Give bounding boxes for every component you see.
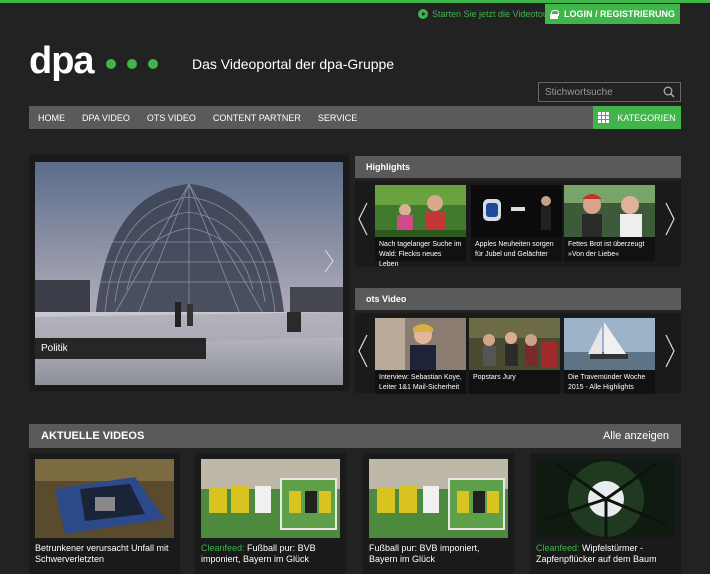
chevron-right-icon[interactable] bbox=[664, 201, 676, 237]
nav-content-partner[interactable]: CONTENT PARTNER bbox=[204, 113, 309, 123]
chevron-right-icon[interactable] bbox=[664, 333, 676, 369]
thumbnail-image bbox=[375, 318, 466, 370]
ots-video-item[interactable]: Interview: Sebastian Koye, Leiter 1&1 Mai… bbox=[375, 318, 466, 394]
highlight-item[interactable]: Nach tagelanger Suche im Wald: Fleckis ne… bbox=[375, 185, 466, 268]
section-title: AKTUELLE VIDEOS bbox=[41, 430, 145, 442]
highlight-item[interactable]: Apples Neuheiten sorgen für Jubel und Gel… bbox=[471, 185, 562, 261]
grid-icon bbox=[598, 112, 610, 123]
chevron-left-icon[interactable] bbox=[357, 201, 369, 237]
login-label: LOGIN / REGISTRIERUNG bbox=[563, 9, 675, 19]
search-box bbox=[538, 82, 681, 102]
ots-video-item[interactable]: Popstars Jury bbox=[469, 318, 560, 394]
nav-home[interactable]: HOME bbox=[29, 113, 74, 123]
nav-service[interactable]: SERVICE bbox=[309, 113, 365, 123]
thumbnail-image bbox=[564, 318, 655, 370]
categories-label: KATEGORIEN bbox=[617, 112, 676, 123]
thumbnail-image bbox=[471, 185, 562, 237]
chevron-right-icon[interactable] bbox=[323, 248, 335, 274]
search-icon[interactable] bbox=[663, 86, 675, 98]
nav-dpa-video[interactable]: DPA VIDEO bbox=[74, 113, 139, 123]
top-accent-line bbox=[0, 0, 710, 3]
ots-video-header: ots Video bbox=[355, 288, 681, 310]
aktuelle-videos-header: AKTUELLE VIDEOS Alle anzeigen bbox=[29, 424, 681, 448]
videotour-link[interactable]: Starten Sie jetzt die Videotour bbox=[418, 9, 551, 19]
lock-icon bbox=[549, 9, 559, 19]
thumbnail-image bbox=[536, 459, 675, 538]
search-input[interactable] bbox=[545, 86, 663, 98]
nav-ots-video[interactable]: OTS VIDEO bbox=[138, 113, 204, 123]
video-card[interactable]: Cleanfeed: Wipfelstürmer - Zapfenpflücker… bbox=[530, 453, 681, 574]
thumbnail-image bbox=[35, 459, 174, 538]
ots-video-carousel: Interview: Sebastian Koye, Leiter 1&1 Mai… bbox=[355, 313, 681, 394]
video-card[interactable]: Cleanfeed: Fußball pur: BVB imponiert, Ba… bbox=[195, 453, 346, 574]
thumbnail-image bbox=[469, 318, 560, 370]
video-card[interactable]: Fußball pur: BVB imponiert, Bayern im Glü… bbox=[363, 453, 514, 574]
video-card[interactable]: Betrunkener verursacht Unfall mit Schwerv… bbox=[29, 453, 180, 574]
highlights-header: Highlights bbox=[355, 156, 681, 178]
page-tagline: Das Videoportal der dpa-Gruppe bbox=[192, 56, 395, 72]
videotour-label: Starten Sie jetzt die Videotour bbox=[432, 9, 551, 19]
login-button[interactable]: LOGIN / REGISTRIERUNG bbox=[545, 4, 680, 24]
categories-button[interactable]: KATEGORIEN bbox=[593, 106, 681, 129]
highlights-carousel: Nach tagelanger Suche im Wald: Fleckis ne… bbox=[355, 181, 681, 268]
thumbnail-image bbox=[375, 185, 466, 237]
chevron-left-icon[interactable] bbox=[357, 333, 369, 369]
thumbnail-image bbox=[564, 185, 655, 237]
thumbnail-image bbox=[201, 459, 340, 538]
thumbnail-image bbox=[369, 459, 508, 538]
main-nav: HOME DPA VIDEO OTS VIDEO CONTENT PARTNER… bbox=[29, 106, 681, 129]
ots-video-item[interactable]: Die Travemünder Woche 2015 - Alle Highlig… bbox=[564, 318, 655, 394]
dpa-logo[interactable]: dpa bbox=[29, 42, 158, 80]
logo-text: dpa bbox=[29, 40, 95, 82]
highlight-item[interactable]: Fettes Brot ist überzeugt »Von der Liebe« bbox=[564, 185, 655, 261]
hero-caption[interactable]: Politik bbox=[35, 338, 206, 359]
play-icon bbox=[418, 9, 428, 19]
show-all-link[interactable]: Alle anzeigen bbox=[603, 430, 669, 442]
logo-dots bbox=[105, 59, 158, 69]
